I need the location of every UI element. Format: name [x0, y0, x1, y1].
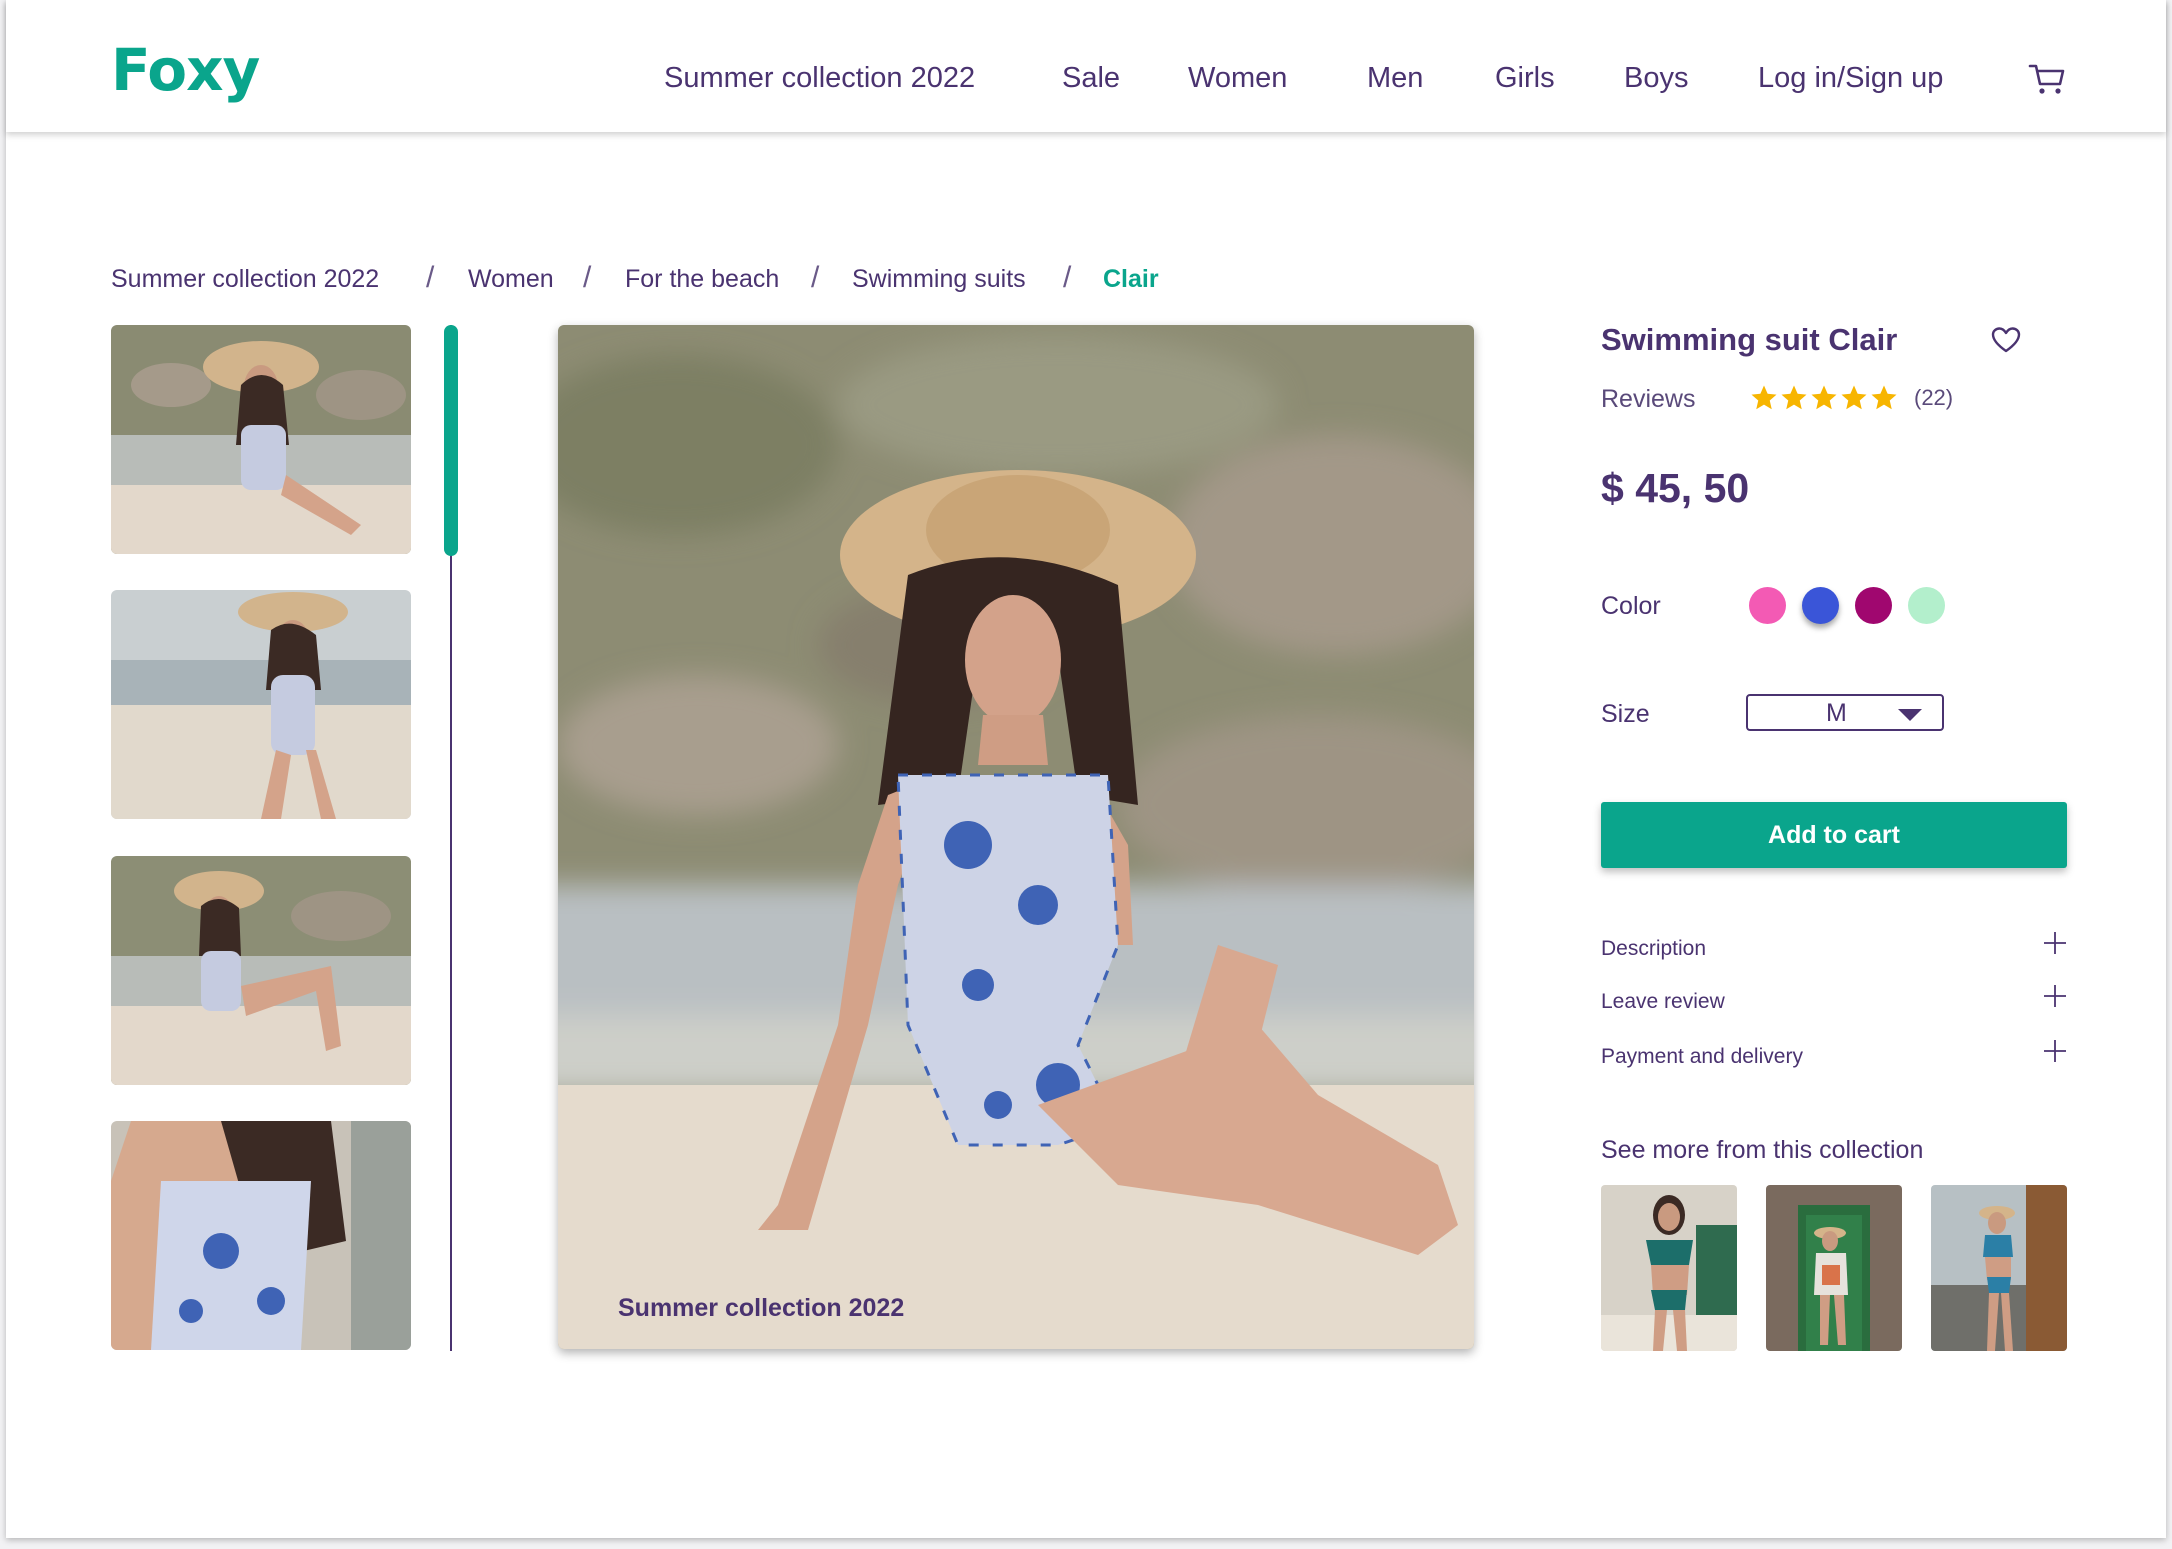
breadcrumb: Summer collection 2022 / Women / For the…: [111, 261, 1311, 299]
heart-icon[interactable]: [1991, 326, 2021, 354]
accordion-label: Leave review: [1601, 990, 1725, 1013]
accordion-label: Payment and delivery: [1601, 1045, 1803, 1068]
reviews-label[interactable]: Reviews: [1601, 385, 1695, 414]
color-label: Color: [1601, 592, 1661, 620]
see-more-heading: See more from this collection: [1601, 1136, 1924, 1164]
breadcrumb-swimming-suits[interactable]: Swimming suits: [852, 265, 1026, 294]
chevron-down-icon: [1898, 709, 1922, 721]
thumbnail-2[interactable]: [111, 590, 411, 819]
plus-icon[interactable]: [2043, 931, 2067, 955]
accordion-payment-delivery[interactable]: Payment and delivery: [1601, 1039, 2067, 1079]
star-icon: [1871, 385, 1897, 410]
site-header: Foxy Summer collection 2022 Sale Women M…: [6, 0, 2166, 132]
plus-icon[interactable]: [2043, 984, 2067, 1008]
breadcrumb-separator: /: [426, 261, 435, 294]
cart-icon[interactable]: [2028, 62, 2066, 96]
nav-women[interactable]: Women: [1188, 62, 1287, 95]
nav-login-signup[interactable]: Log in/Sign up: [1758, 62, 1943, 95]
plus-icon[interactable]: [2043, 1039, 2067, 1063]
breadcrumb-for-the-beach[interactable]: For the beach: [625, 265, 779, 294]
color-swatch-mint[interactable]: [1908, 587, 1945, 624]
collection-thumbnail-2[interactable]: [1766, 1185, 1902, 1351]
add-to-cart-button[interactable]: Add to cart: [1601, 802, 2067, 868]
size-select[interactable]: M: [1746, 694, 1944, 731]
page-frame: Foxy Summer collection 2022 Sale Women M…: [6, 0, 2166, 1538]
breadcrumb-women[interactable]: Women: [468, 265, 554, 294]
star-icon: [1811, 385, 1837, 410]
size-label: Size: [1601, 700, 1650, 728]
nav-sale[interactable]: Sale: [1062, 62, 1120, 95]
main-image-caption: Summer collection 2022: [618, 1294, 905, 1322]
accordion-label: Description: [1601, 937, 1707, 960]
nav-boys[interactable]: Boys: [1624, 62, 1688, 95]
accordion-description[interactable]: Description: [1601, 931, 2067, 971]
star-icon: [1781, 385, 1807, 410]
thumbnail-3[interactable]: [111, 856, 411, 1085]
main-product-image[interactable]: Summer collection 2022: [558, 325, 1474, 1349]
star-icon: [1751, 385, 1777, 410]
rating-stars[interactable]: [1749, 383, 1899, 413]
breadcrumb-separator: /: [583, 261, 592, 294]
thumbnail-scroll-thumb[interactable]: [444, 325, 458, 556]
product-price: $ 45, 50: [1601, 465, 1750, 511]
star-icon: [1841, 385, 1867, 410]
review-count[interactable]: (22): [1914, 385, 1953, 411]
collection-thumbnail-3[interactable]: [1931, 1185, 2067, 1351]
nav-men[interactable]: Men: [1367, 62, 1423, 95]
breadcrumb-separator: /: [811, 261, 820, 294]
thumbnail-1[interactable]: [111, 325, 411, 554]
breadcrumb-summer-collection[interactable]: Summer collection 2022: [111, 265, 379, 294]
nav-summer-collection[interactable]: Summer collection 2022: [664, 62, 975, 95]
breadcrumb-separator: /: [1063, 261, 1072, 294]
size-select-value: M: [1826, 699, 1847, 727]
accordion-leave-review[interactable]: Leave review: [1601, 984, 2067, 1024]
color-swatch-pink[interactable]: [1749, 587, 1786, 624]
nav-girls[interactable]: Girls: [1495, 62, 1555, 95]
breadcrumb-current-clair: Clair: [1103, 265, 1159, 293]
thumbnail-4[interactable]: [111, 1121, 411, 1350]
color-swatch-magenta[interactable]: [1855, 587, 1892, 624]
logo[interactable]: Foxy: [111, 36, 260, 104]
color-swatch-blue[interactable]: [1802, 587, 1839, 624]
product-title: Swimming suit Clair: [1601, 322, 1898, 357]
collection-thumbnail-1[interactable]: [1601, 1185, 1737, 1351]
